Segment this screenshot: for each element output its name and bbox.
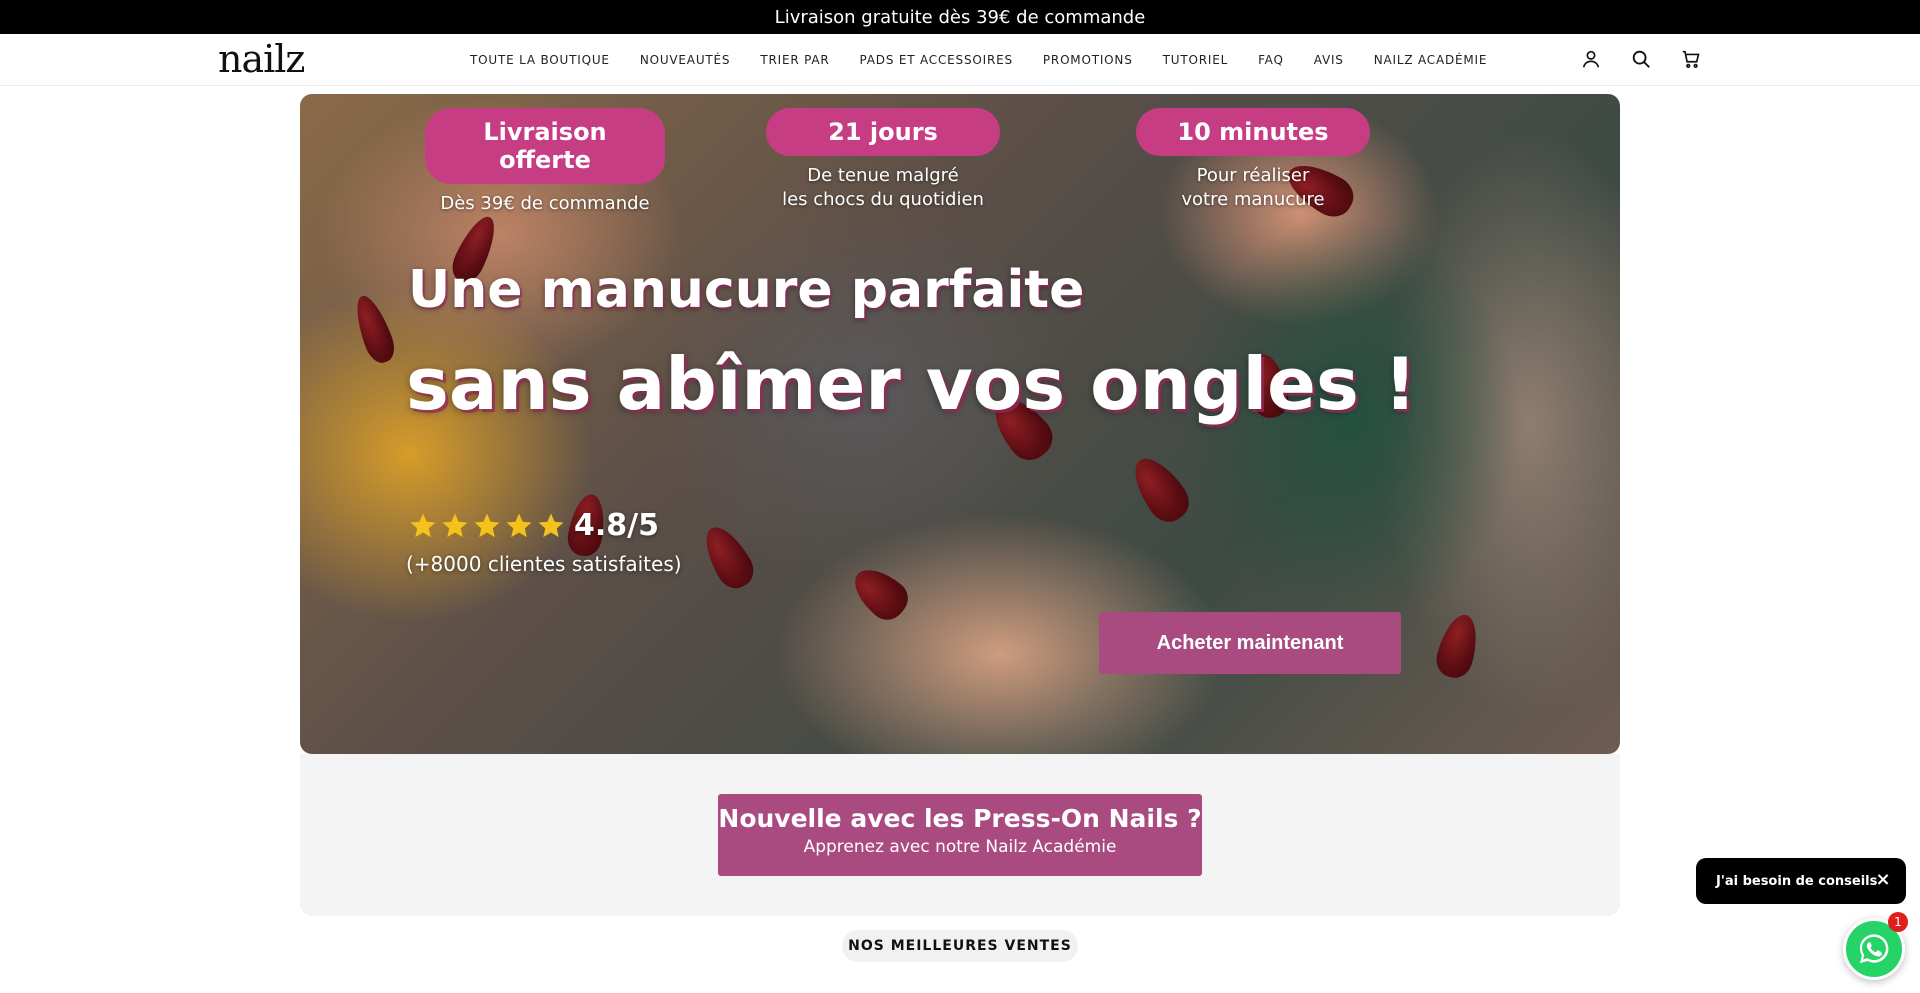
badge-livraison: Livraison offerte Dès 39€ de commande <box>425 108 665 216</box>
notification-badge: 1 <box>1888 912 1908 932</box>
badge-minutes: 10 minutes Pour réaliser votre manucure <box>1133 108 1373 212</box>
account-icon[interactable] <box>1578 46 1604 72</box>
badge-pill: Livraison offerte <box>425 108 665 184</box>
star-icon <box>442 513 468 537</box>
logo[interactable]: nailz <box>218 39 305 79</box>
star-icon <box>538 513 564 537</box>
announcement-text: Livraison gratuite dès 39€ de commande <box>774 6 1146 28</box>
nail-decoration <box>1123 448 1197 530</box>
nail-decoration <box>844 559 916 627</box>
nav-item-avis[interactable]: AVIS <box>1314 53 1344 67</box>
nail-decoration <box>348 291 400 367</box>
nav-item-promotions[interactable]: PROMOTIONS <box>1043 53 1133 67</box>
rating-value: 4.8/5 <box>574 508 659 543</box>
star-icon <box>506 513 532 537</box>
cart-icon[interactable] <box>1678 46 1704 72</box>
search-icon[interactable] <box>1628 46 1654 72</box>
announcement-bar: Livraison gratuite dès 39€ de commande <box>0 0 1920 34</box>
site-header: nailz TOUTE LA BOUTIQUE NOUVEAUTÉS TRIER… <box>0 34 1920 86</box>
badge-pill: 10 minutes <box>1136 108 1370 156</box>
nav-item-nouveautes[interactable]: NOUVEAUTÉS <box>640 53 731 67</box>
nav-item-academie[interactable]: NAILZ ACADÉMIE <box>1374 53 1488 67</box>
badge-pill: 21 jours <box>766 108 1000 156</box>
badge-sub: Pour réaliser <box>1196 165 1310 186</box>
main-nav: TOUTE LA BOUTIQUE NOUVEAUTÉS TRIER PAR P… <box>470 34 1487 86</box>
rating: 4.8/5 <box>408 508 659 543</box>
hero-title-line1: Une manucure parfaite <box>408 260 1085 320</box>
chat-bubble[interactable]: J'ai besoin de conseils × <box>1696 858 1906 904</box>
hero-title-line2: sans abîmer vos ongles ! <box>406 342 1417 426</box>
best-sellers-heading: NOS MEILLEURES VENTES <box>842 930 1078 962</box>
badge-tenue: 21 jours De tenue malgré les chocs du qu… <box>763 108 1003 212</box>
chat-bubble-text: J'ai besoin de conseils <box>1716 873 1878 889</box>
star-icon <box>410 513 436 537</box>
badge-sub-2: les chocs du quotidien <box>782 189 984 210</box>
academy-subtitle: Apprenez avec notre Nailz Académie <box>803 837 1117 857</box>
whatsapp-icon <box>1859 934 1889 964</box>
academy-title: Nouvelle avec les Press-On Nails ? <box>718 804 1202 833</box>
nail-decoration <box>695 519 761 595</box>
academy-button[interactable]: Nouvelle avec les Press-On Nails ? Appre… <box>718 794 1202 876</box>
nail-decoration <box>1432 610 1484 682</box>
academy-band: Nouvelle avec les Press-On Nails ? Appre… <box>300 754 1620 916</box>
close-icon[interactable]: × <box>1874 871 1892 889</box>
nav-item-tutoriel[interactable]: TUTORIEL <box>1163 53 1228 67</box>
badge-sub: De tenue malgré <box>807 165 959 186</box>
buy-now-button[interactable]: Acheter maintenant <box>1099 612 1401 674</box>
badge-sub-2: votre manucure <box>1181 189 1325 210</box>
hero-banner: Livraison offerte Dès 39€ de commande 21… <box>300 94 1620 754</box>
nav-item-pads[interactable]: PADS ET ACCESSOIRES <box>860 53 1013 67</box>
nav-item-faq[interactable]: FAQ <box>1258 53 1284 67</box>
nav-item-trier-par[interactable]: TRIER PAR <box>760 53 829 67</box>
star-icon <box>474 513 500 537</box>
nav-item-boutique[interactable]: TOUTE LA BOUTIQUE <box>470 53 610 67</box>
header-icons <box>1578 46 1704 72</box>
rating-subtitle: (+8000 clientes satisfaites) <box>406 552 682 576</box>
badge-sub: Dès 39€ de commande <box>440 193 650 214</box>
